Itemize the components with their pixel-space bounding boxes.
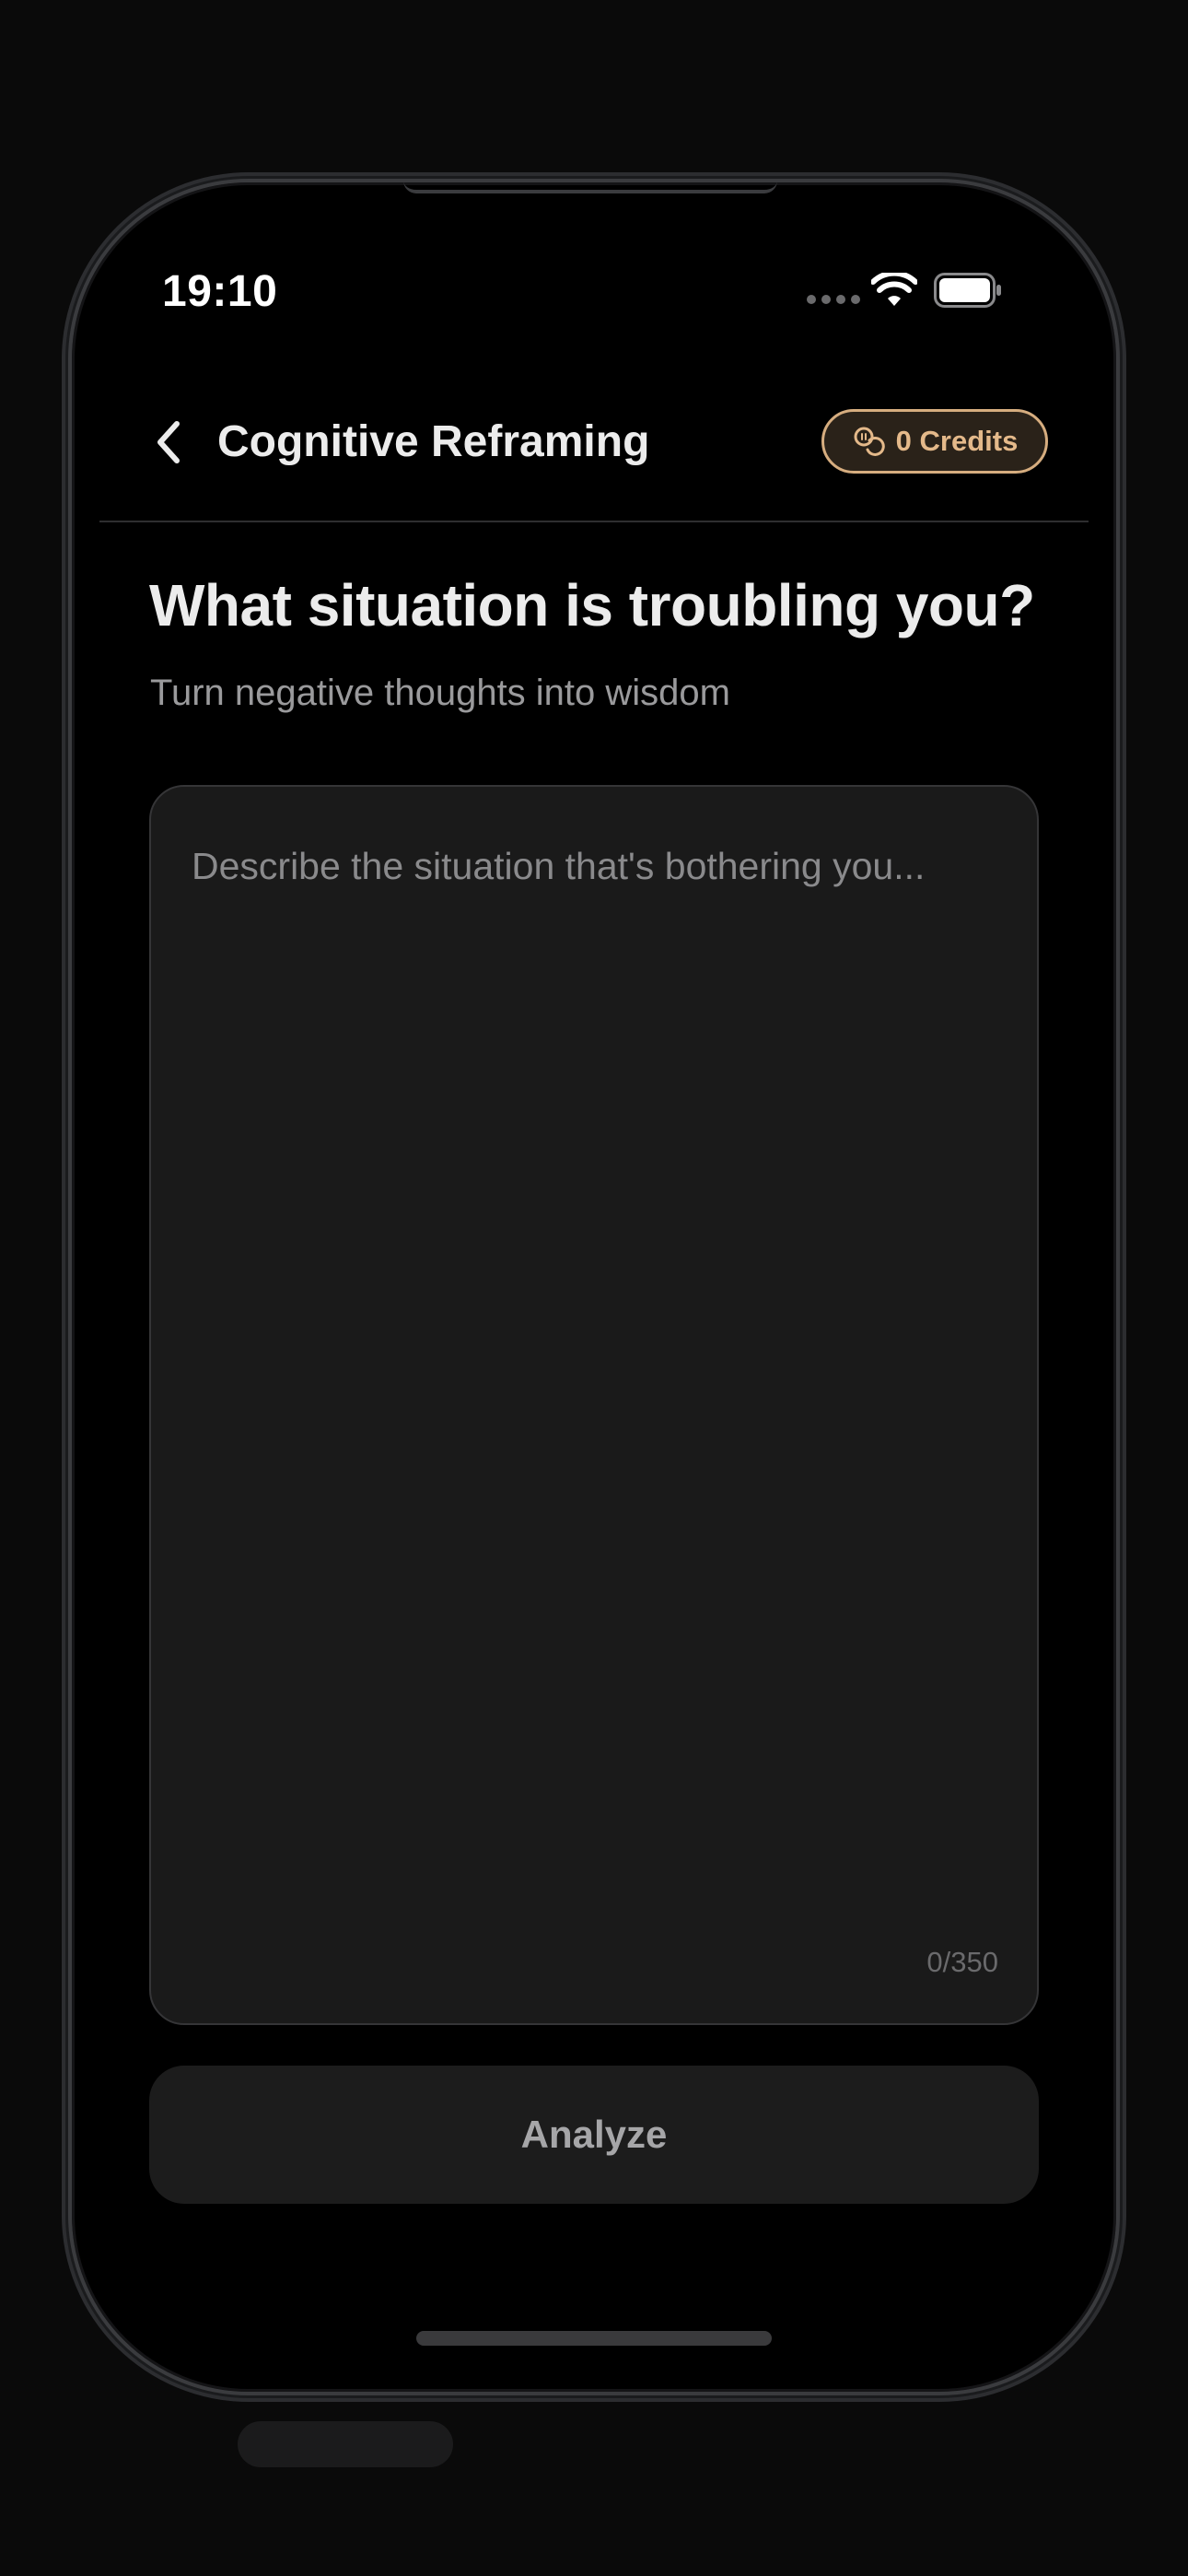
character-count: 0/350 <box>926 1946 998 1978</box>
page-title: Cognitive Reframing <box>217 417 650 466</box>
coins-icon <box>854 427 885 456</box>
subtitle: Turn negative thoughts into wisdom <box>150 673 730 713</box>
question-heading: What situation is troubling you? <box>149 572 1035 638</box>
situation-input[interactable] <box>151 787 1037 2023</box>
device-shadow-pill <box>238 2421 453 2467</box>
battery-icon <box>934 273 1001 308</box>
frame-top-edge <box>403 181 777 193</box>
analyze-button[interactable]: Analyze <box>149 2066 1039 2204</box>
header-divider <box>99 521 1089 522</box>
wifi-icon <box>871 273 917 306</box>
home-indicator[interactable] <box>416 2331 772 2346</box>
cellular-dots-icon <box>807 295 860 304</box>
situation-input-container: 0/350 <box>149 785 1039 2025</box>
status-time: 19:10 <box>162 267 278 316</box>
chevron-left-icon[interactable] <box>151 416 186 468</box>
credits-badge[interactable]: 0 Credits <box>821 409 1048 474</box>
credits-label: 0 Credits <box>895 425 1019 457</box>
device-stage: 19:10 Cognitive Reframing 0 Credits What… <box>0 0 1188 2576</box>
